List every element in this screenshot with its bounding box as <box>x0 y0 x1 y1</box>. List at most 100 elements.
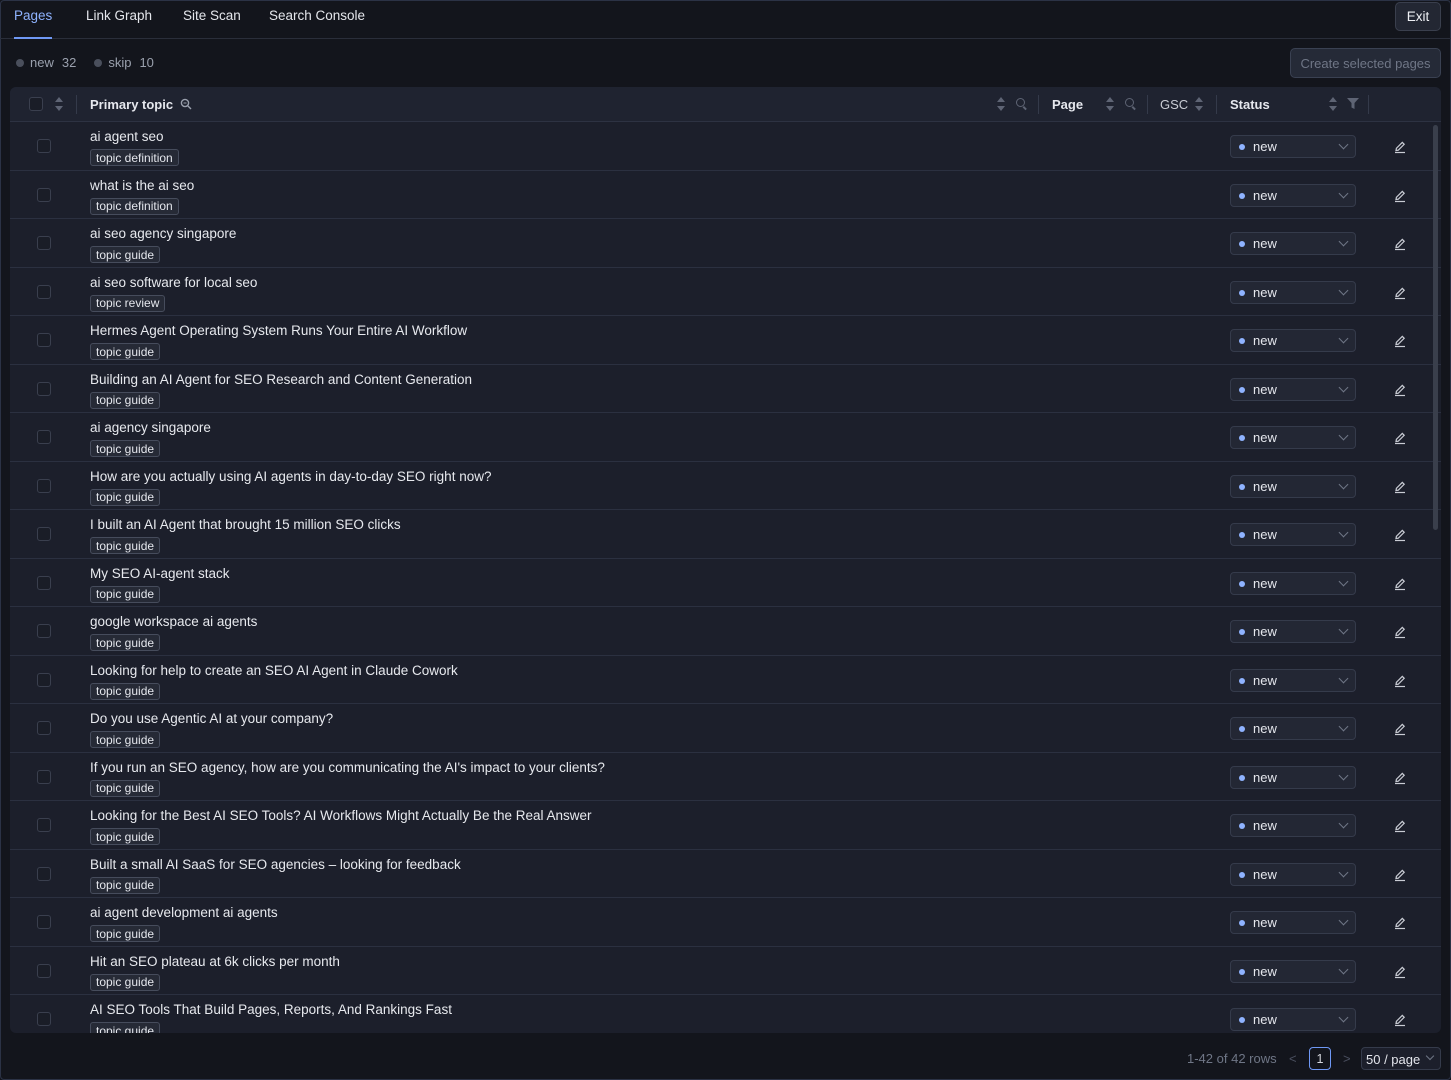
row-checkbox[interactable] <box>37 187 51 202</box>
row-checkbox[interactable] <box>37 236 51 250</box>
edit-icon[interactable] <box>1393 1013 1407 1027</box>
search-icon[interactable] <box>180 98 192 110</box>
row-checkbox[interactable] <box>37 672 51 687</box>
status-label: new <box>1253 139 1277 154</box>
status-select[interactable]: new <box>1230 474 1356 498</box>
row-checkbox[interactable] <box>37 381 51 396</box>
edit-icon[interactable] <box>1393 528 1407 542</box>
topic-tag: topic review <box>90 294 166 312</box>
row-checkbox[interactable] <box>37 139 51 153</box>
edit-icon[interactable] <box>1393 722 1407 736</box>
status-select[interactable]: new <box>1230 183 1356 207</box>
status-dot-icon <box>1239 920 1245 926</box>
row-checkbox[interactable] <box>37 624 51 638</box>
edit-icon[interactable] <box>1393 674 1407 688</box>
row-checkbox[interactable] <box>37 430 51 444</box>
count-skip[interactable]: skip 10 <box>94 55 154 70</box>
edit-icon[interactable] <box>1393 771 1407 785</box>
status-select[interactable]: new <box>1230 329 1356 352</box>
sort-icon[interactable] <box>997 97 1005 111</box>
column-status[interactable]: Status <box>1230 87 1270 122</box>
status-select[interactable]: new <box>1230 135 1356 158</box>
edit-icon[interactable] <box>1393 965 1407 979</box>
tab-link-graph[interactable]: Link Graph <box>86 8 152 38</box>
column-divider <box>1038 95 1039 114</box>
status-select[interactable]: new <box>1230 232 1356 255</box>
tab-pages[interactable]: Pages <box>14 8 53 39</box>
status-select[interactable]: new <box>1230 911 1356 934</box>
create-selected-pages-button[interactable]: Create selected pages <box>1290 48 1441 78</box>
status-select[interactable]: new <box>1230 523 1356 546</box>
row-title: I built an AI Agent that brought 15 mill… <box>90 517 401 532</box>
edit-icon[interactable] <box>1393 189 1407 203</box>
tab-search-console[interactable]: Search Console <box>269 8 365 38</box>
status-select[interactable]: new <box>1230 959 1356 983</box>
tab-site-scan[interactable]: Site Scan <box>183 8 241 38</box>
edit-icon[interactable] <box>1393 286 1407 300</box>
table-row: How are you actually using AI agents in … <box>10 462 1441 510</box>
column-divider <box>1147 95 1148 114</box>
edit-icon[interactable] <box>1393 625 1407 639</box>
status-label: new <box>1253 284 1277 300</box>
exit-button[interactable]: Exit <box>1395 2 1441 31</box>
status-select[interactable]: new <box>1230 620 1356 643</box>
row-checkbox[interactable] <box>37 769 51 784</box>
status-dot-icon <box>1239 144 1245 150</box>
edit-icon[interactable] <box>1393 334 1407 348</box>
edit-icon[interactable] <box>1393 237 1407 251</box>
row-checkbox[interactable] <box>37 721 51 735</box>
row-checkbox[interactable] <box>37 478 51 493</box>
row-checkbox[interactable] <box>37 284 51 299</box>
edit-icon[interactable] <box>1393 383 1407 397</box>
sort-icon[interactable] <box>1106 97 1114 111</box>
status-select[interactable]: new <box>1230 814 1356 837</box>
status-select[interactable]: new <box>1230 862 1356 886</box>
column-page[interactable]: Page <box>1052 87 1083 122</box>
select-all-checkbox[interactable] <box>29 97 43 111</box>
status-select[interactable]: new <box>1230 668 1356 692</box>
column-gsc[interactable]: GSC <box>1160 87 1188 122</box>
page-button[interactable]: 1 <box>1309 1047 1331 1070</box>
row-checkbox[interactable] <box>37 575 51 590</box>
prev-page-icon[interactable]: < <box>1289 1051 1297 1066</box>
status-select[interactable]: new <box>1230 571 1356 595</box>
edit-icon[interactable] <box>1393 480 1407 494</box>
row-checkbox[interactable] <box>37 963 51 978</box>
search-icon[interactable] <box>1125 98 1137 110</box>
status-select[interactable]: new <box>1230 1008 1356 1031</box>
search-icon[interactable] <box>1016 98 1028 110</box>
filter-icon[interactable] <box>1347 98 1359 109</box>
status-dot-icon <box>1239 192 1245 199</box>
column-primary-topic[interactable]: Primary topic <box>90 87 173 122</box>
row-checkbox[interactable] <box>37 527 51 541</box>
row-checkbox[interactable] <box>37 866 51 881</box>
count-label: skip <box>108 55 132 70</box>
count-new[interactable]: new 32 <box>16 55 76 70</box>
page-size-select[interactable]: 50 / page <box>1361 1047 1441 1070</box>
row-checkbox[interactable] <box>37 333 51 347</box>
edit-icon[interactable] <box>1393 140 1407 154</box>
row-checkbox[interactable] <box>37 915 51 929</box>
sort-icon[interactable] <box>1329 97 1337 111</box>
status-select[interactable]: new <box>1230 765 1356 789</box>
edit-icon[interactable] <box>1393 916 1407 930</box>
table-row: I built an AI Agent that brought 15 mill… <box>10 510 1441 559</box>
chevron-down-icon <box>1338 915 1349 926</box>
sort-icon[interactable] <box>55 97 63 111</box>
edit-icon[interactable] <box>1393 868 1407 882</box>
status-select[interactable]: new <box>1230 426 1356 449</box>
scrollbar[interactable] <box>1433 125 1438 530</box>
status-select[interactable]: new <box>1230 717 1356 740</box>
edit-icon[interactable] <box>1393 431 1407 445</box>
row-title: what is the ai seo <box>90 177 195 193</box>
status-select[interactable]: new <box>1230 377 1356 401</box>
status-select[interactable]: new <box>1230 280 1356 304</box>
chevron-down-icon <box>1338 382 1349 392</box>
row-checkbox[interactable] <box>37 818 51 832</box>
sort-icon[interactable] <box>1195 97 1203 111</box>
next-page-icon[interactable]: > <box>1343 1051 1351 1066</box>
status-dot-icon <box>1239 629 1245 635</box>
edit-icon[interactable] <box>1393 819 1407 833</box>
row-checkbox[interactable] <box>37 1012 51 1026</box>
edit-icon[interactable] <box>1393 577 1407 591</box>
